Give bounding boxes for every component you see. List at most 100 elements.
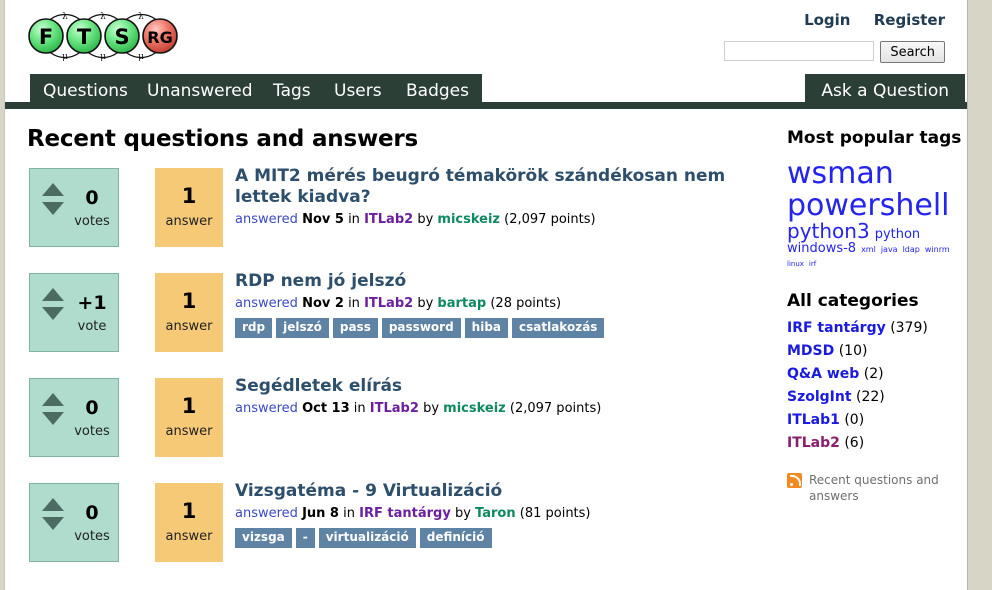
meta-in-word: in	[353, 401, 366, 417]
tag-cloud-item[interactable]: ldap	[903, 245, 920, 254]
question-body: Segédletek elírás answered Oct 13 in ITL…	[235, 376, 780, 423]
question-tag[interactable]: rdp	[235, 318, 273, 339]
category-row: ITLab2 (6)	[787, 435, 967, 451]
vote-box: +1 vote	[29, 273, 119, 352]
vote-box: 0 votes	[29, 378, 119, 457]
meta-user-link[interactable]: micskeiz	[437, 212, 500, 227]
answer-label: answer	[165, 529, 213, 544]
search-input[interactable]	[724, 41, 875, 61]
tag-cloud-item[interactable]: python3	[787, 221, 870, 242]
meta-user-link[interactable]: Taron	[475, 506, 516, 521]
question-tag[interactable]: -	[295, 528, 315, 549]
tag-cloud-item[interactable]: python	[875, 228, 920, 242]
meta-category-link[interactable]: ITLab2	[370, 401, 419, 416]
vote-down-icon[interactable]	[42, 517, 64, 530]
nav-tab-tags[interactable]: Tags	[260, 74, 324, 108]
search-button[interactable]: Search	[880, 41, 945, 63]
register-link[interactable]: Register	[874, 11, 945, 29]
ftsrg-state-diagram-logo[interactable]: F T S RG λ λ λ μ μ μ	[24, 7, 182, 65]
category-row: Q&A web (2)	[787, 366, 967, 382]
search-form: Search	[724, 41, 945, 63]
vote-up-icon[interactable]	[42, 288, 64, 301]
vote-up-icon[interactable]	[42, 498, 64, 511]
category-link[interactable]: ITLab1	[787, 412, 840, 428]
category-row: SzolgInt (22)	[787, 389, 967, 405]
tag-cloud-item[interactable]: java	[881, 245, 898, 254]
svg-text:λ: λ	[138, 12, 144, 22]
tag-cloud-item[interactable]: irf	[809, 260, 816, 268]
category-list: IRF tantárgy (379) MDSD (10) Q&A web (2) Sz…	[787, 320, 967, 451]
question-title-link[interactable]: RDP nem jó jelszó	[235, 271, 780, 292]
meta-points: (2,097 points)	[504, 212, 596, 228]
question-title-link[interactable]: Vizsgatéma - 9 Virtualizáció	[235, 481, 780, 502]
question-body: RDP nem jó jelszó answered Nov 2 in ITLa…	[235, 271, 780, 339]
vote-arrows	[42, 288, 64, 320]
meta-action[interactable]: answered	[235, 212, 298, 227]
question-title-link[interactable]: A MIT2 mérés beugró témakörök szándékosa…	[235, 166, 780, 208]
sidebar: Most popular tags wsmanpowershellpython3…	[787, 112, 967, 505]
vote-arrows	[42, 498, 64, 530]
question-tag-list: rdp jelszó pass password hiba csatlakozás	[235, 318, 780, 339]
meta-points: (81 points)	[519, 506, 591, 522]
question-tag[interactable]: virtualizáció	[318, 528, 416, 549]
question-tag[interactable]: password	[381, 318, 461, 339]
tag-cloud-item[interactable]: linux	[787, 260, 804, 268]
meta-action[interactable]: answered	[235, 401, 298, 416]
meta-user-link[interactable]: bartap	[437, 296, 486, 311]
svg-text:S: S	[114, 25, 129, 49]
meta-category-link[interactable]: IRF tantárgy	[359, 506, 451, 521]
ask-a-question-button[interactable]: Ask a Question	[805, 74, 965, 108]
meta-action[interactable]: answered	[235, 506, 298, 521]
tag-cloud-item[interactable]: wsman	[787, 158, 894, 190]
logo-svg: F T S RG λ λ λ μ μ μ	[28, 12, 178, 62]
svg-text:λ: λ	[62, 12, 68, 22]
vote-down-icon[interactable]	[42, 412, 64, 425]
meta-category-link[interactable]: ITLab2	[364, 296, 413, 311]
nav-tab-unanswered[interactable]: Unanswered	[134, 74, 266, 108]
login-link[interactable]: Login	[804, 11, 850, 29]
nav-tabs: Questions Unanswered Tags Users Badges A…	[5, 74, 967, 110]
tag-cloud-item[interactable]: winrm	[925, 245, 950, 254]
question-tag[interactable]: jelszó	[276, 318, 329, 339]
vote-up-icon[interactable]	[42, 393, 64, 406]
nav-tab-badges[interactable]: Badges	[393, 74, 482, 108]
question-item: 0 votes 1 answer Vizsgatéma - 9 Virtuali…	[27, 481, 765, 581]
category-link[interactable]: Q&A web	[787, 366, 859, 382]
category-link[interactable]: SzolgInt	[787, 389, 852, 405]
meta-by-word: by	[423, 401, 440, 417]
vote-up-icon[interactable]	[42, 183, 64, 196]
category-link[interactable]: IRF tantárgy	[787, 320, 886, 336]
vote-label: votes	[74, 424, 110, 439]
rss-feed-link[interactable]: Recent questions and answers	[787, 472, 967, 504]
svg-text:μ: μ	[62, 52, 68, 62]
vote-count: 0	[85, 397, 99, 419]
nav-tab-users[interactable]: Users	[321, 74, 395, 108]
question-tag[interactable]: definíció	[419, 528, 492, 549]
question-body: Vizsgatéma - 9 Virtualizáció answered Ju…	[235, 481, 780, 549]
question-tag[interactable]: pass	[332, 318, 378, 339]
meta-action[interactable]: answered	[235, 296, 298, 311]
vote-label: votes	[74, 214, 110, 229]
category-link[interactable]: ITLab2	[787, 435, 840, 451]
vote-down-icon[interactable]	[42, 307, 64, 320]
svg-text:F: F	[39, 25, 53, 49]
nav-tab-questions[interactable]: Questions	[30, 74, 141, 108]
answer-box: 1 answer	[155, 483, 223, 562]
meta-category-link[interactable]: ITLab2	[364, 212, 413, 227]
answer-box: 1 answer	[155, 378, 223, 457]
vote-label: votes	[74, 529, 110, 544]
meta-in-word: in	[348, 296, 360, 312]
question-title-link[interactable]: Segédletek elírás	[235, 376, 780, 397]
tag-cloud-item[interactable]: xml	[861, 245, 876, 254]
question-tag[interactable]: vizsga	[235, 528, 292, 549]
vote-down-icon[interactable]	[42, 202, 64, 215]
question-tag[interactable]: hiba	[464, 318, 508, 339]
category-link[interactable]: MDSD	[787, 343, 834, 359]
meta-user-link[interactable]: micskeiz	[443, 401, 506, 416]
question-tag[interactable]: csatlakozás	[512, 318, 605, 339]
answer-count: 1	[181, 184, 197, 208]
meta-by-word: by	[417, 212, 434, 228]
tag-cloud-item[interactable]: powershell	[787, 189, 950, 222]
answer-count: 1	[181, 289, 197, 313]
tag-cloud-item[interactable]: windows-8	[787, 242, 856, 256]
